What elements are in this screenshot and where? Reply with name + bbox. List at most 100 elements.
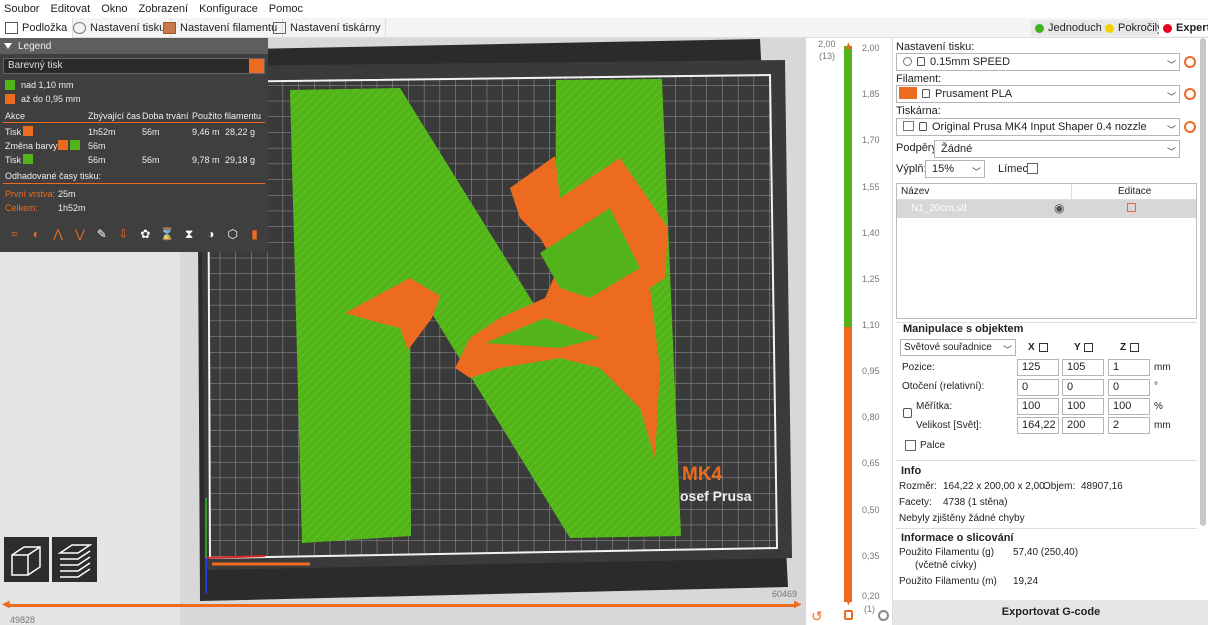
chevron-down-icon: ﹀ (1166, 147, 1176, 157)
export-gcode-button[interactable]: Exportovat G-code (893, 600, 1208, 625)
tab-podlozka[interactable]: Podložka (0, 18, 74, 38)
legend-row-remaining: 1h52m (88, 127, 116, 137)
undo-icon[interactable]: ↺ (811, 608, 823, 625)
drop-to-bed-x-icon[interactable] (1039, 343, 1048, 352)
settings-cog-icon[interactable] (878, 610, 889, 621)
print-settings-combo[interactable]: 0.15mm SPEED ﹀ (896, 53, 1180, 71)
legend-view-type-select[interactable]: Barevný tisk (3, 58, 265, 74)
brim-checkbox[interactable] (1027, 163, 1038, 174)
horizontal-slider[interactable] (6, 604, 796, 607)
coordinates-combo[interactable]: Světové souřadnice ﹀ (900, 339, 1016, 356)
scale-lock-icon[interactable] (903, 408, 912, 418)
filament-label: Filament: (896, 73, 942, 85)
size-y-field[interactable]: 200 (1062, 417, 1104, 434)
lock-icon (919, 122, 927, 131)
green-swatch (23, 154, 33, 164)
filament-combo[interactable]: Prusament PLA ﹀ (896, 85, 1180, 103)
position-x-field[interactable]: 125 (1017, 359, 1059, 376)
edit-object-icon[interactable] (1127, 203, 1136, 212)
infill-value: 15% (932, 163, 955, 175)
inches-checkbox[interactable] (905, 440, 916, 451)
position-z-field[interactable]: 1 (1108, 359, 1150, 376)
drop-to-bed-z-icon[interactable] (1130, 343, 1139, 352)
preview-view-button[interactable] (52, 537, 97, 582)
retractions-icon[interactable]: ⋀ (48, 226, 69, 242)
total-time-label: Celkem: (5, 203, 39, 213)
tool-changes-icon[interactable]: ⇩ (113, 226, 134, 242)
lock-icon[interactable] (844, 610, 853, 620)
edit-preset-icon[interactable] (1184, 56, 1196, 68)
position-y-field[interactable]: 105 (1062, 359, 1104, 376)
scale-x-field[interactable]: 100 (1017, 398, 1059, 415)
facets-value: 4738 (1 stěna) (943, 497, 1008, 508)
printer-combo[interactable]: Original Prusa MK4 Input Shaper 0.4 nozz… (896, 118, 1180, 136)
vslider-tick: 1,40 (862, 228, 880, 238)
coordinates-value: Světové souřadnice (904, 342, 992, 353)
slice-info-title: Informace o slicování (901, 532, 1014, 544)
col-name: Název (901, 186, 930, 197)
edit-preset-icon[interactable] (1184, 88, 1196, 100)
wipe-icon[interactable]: ◐ (26, 226, 47, 242)
vslider-tick: 0,35 (862, 551, 880, 561)
tab-nastaveni-tiskarny[interactable]: Nastavení tiskárny (268, 18, 387, 38)
menu-editovat[interactable]: Editovat (50, 3, 90, 15)
pause-icon[interactable]: ⌛ (157, 226, 178, 242)
vertical-layer-slider[interactable]: 2,00 (13) ▲ ▼ 2,00 1,85 1,70 1,55 1,40 1… (806, 38, 892, 625)
rotation-unit: ° (1154, 381, 1158, 392)
eye-icon[interactable]: ◉ (1054, 201, 1064, 215)
menu-konfigurace[interactable]: Konfigurace (199, 3, 258, 15)
hslider-left-arrow[interactable]: ◀ (2, 599, 10, 610)
object-row[interactable]: N1_20cm.stl ◉ (897, 200, 1196, 218)
menu-soubor[interactable]: Soubor (4, 3, 39, 15)
size-x-field[interactable]: 164,22 (1017, 417, 1059, 434)
vslider-tick: 0,65 (862, 458, 880, 468)
rotation-z-field[interactable]: 0 (1108, 379, 1150, 396)
3d-view-button[interactable] (4, 537, 49, 582)
scale-y-field[interactable]: 100 (1062, 398, 1104, 415)
infill-combo[interactable]: 15% ﹀ (925, 160, 985, 178)
panel-scrollbar[interactable] (1199, 38, 1207, 598)
mode-advanced-button[interactable]: Pokročilý (1101, 20, 1167, 36)
center-of-gravity-icon[interactable]: ◑ (200, 226, 221, 242)
printer-value: Original Prusa MK4 Input Shaper 0.4 nozz… (932, 121, 1147, 133)
gear-icon (73, 22, 86, 34)
seams-icon[interactable]: ✎ (91, 226, 112, 242)
tab-nastaveni-tisku[interactable]: Nastavení tisku (68, 18, 172, 38)
tab-nastaveni-filamentu[interactable]: Nastavení filamentu (158, 18, 284, 38)
edit-preset-icon[interactable] (1184, 121, 1196, 133)
vslider-tick: 1,10 (862, 320, 880, 330)
manipulation-title: Manipulace s objektem (903, 323, 1024, 335)
color-changes-icon[interactable]: ✿ (135, 226, 156, 242)
vslider-top-value: 2,00 (818, 39, 836, 49)
rotation-x-field[interactable]: 0 (1017, 379, 1059, 396)
menu-okno[interactable]: Okno (101, 3, 127, 15)
tool-marker-icon[interactable]: ▮ (244, 226, 265, 242)
custom-gcode-icon[interactable]: ⧗ (179, 226, 200, 242)
deretractions-icon[interactable]: ⋁ (69, 226, 90, 242)
vslider-tick: 1,70 (862, 135, 880, 145)
legend-view-type-value: Barevný tisk (8, 60, 63, 71)
hslider-right-arrow[interactable]: ▶ (794, 599, 802, 610)
tab-label: Nastavení filamentu (180, 22, 278, 34)
section-divider (896, 528, 1197, 529)
supports-combo[interactable]: Žádné ﹀ (934, 140, 1180, 158)
scrollbar-thumb[interactable] (1200, 38, 1206, 526)
3d-viewport[interactable]: MK4 osef Prusa Legend Barevný tisk nad 1… (0, 38, 892, 625)
size-z-field[interactable]: 2 (1108, 417, 1150, 434)
scale-z-field[interactable]: 100 (1108, 398, 1150, 415)
vslider-bottom-layer: (1) (864, 604, 875, 614)
menu-pomoc[interactable]: Pomoc (269, 3, 303, 15)
shells-icon[interactable]: ⬡ (222, 226, 243, 242)
travel-icon[interactable]: ≈ (4, 226, 25, 242)
size-label: Velikost [Svět]: (916, 420, 982, 431)
legend-header[interactable]: Legend (0, 38, 268, 54)
vslider-bottom-thumb[interactable]: ▼ (843, 596, 854, 608)
mode-simple-button[interactable]: Jednoduchý (1031, 20, 1112, 36)
mode-expert-button[interactable]: Expert (1159, 20, 1208, 36)
menu-zobrazeni[interactable]: Zobrazení (139, 3, 189, 15)
print-settings-value: 0.15mm SPEED (930, 56, 1011, 68)
drop-to-bed-y-icon[interactable] (1084, 343, 1093, 352)
rotation-y-field[interactable]: 0 (1062, 379, 1104, 396)
orange-swatch (58, 140, 68, 150)
vslider-top-thumb[interactable]: ▲ (843, 40, 854, 52)
